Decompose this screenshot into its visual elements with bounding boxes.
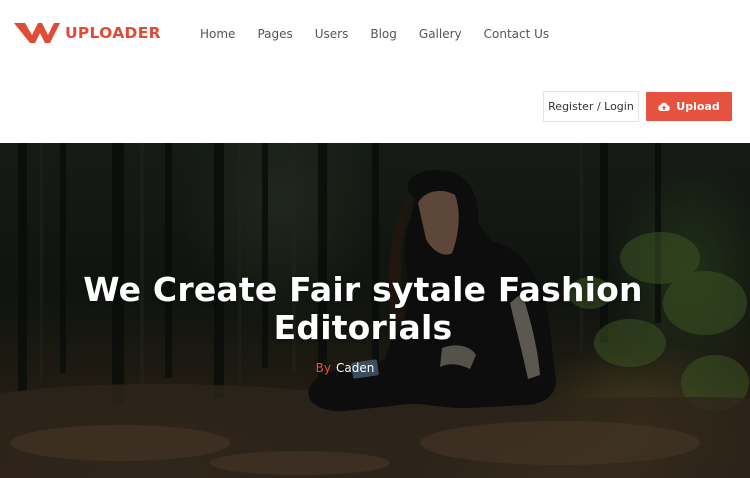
main-nav: Home Pages Users Blog Gallery Contact Us <box>200 27 571 41</box>
nav-item-blog[interactable]: Blog <box>370 27 397 41</box>
hero-banner: We Create Fair sytale Fashion Editorials… <box>0 143 750 478</box>
brand-logo[interactable]: UPLOADER <box>14 22 161 44</box>
byline-prefix: By <box>315 361 331 375</box>
nav-item-contact-us[interactable]: Contact Us <box>484 27 550 41</box>
nav-item-gallery[interactable]: Gallery <box>419 27 462 41</box>
nav-item-users[interactable]: Users <box>315 27 349 41</box>
register-login-button[interactable]: Register / Login <box>543 91 639 122</box>
brand-name: UPLOADER <box>65 24 161 42</box>
nav-item-pages[interactable]: Pages <box>257 27 292 41</box>
hero-byline: By Caden <box>0 361 690 375</box>
logo-mark-icon <box>14 23 60 43</box>
nav-item-home[interactable]: Home <box>200 27 235 41</box>
upload-button-label: Upload <box>676 100 720 113</box>
hero-title: We Create Fair sytale Fashion Editorials <box>83 270 643 347</box>
site-header: UPLOADER Home Pages Users Blog Gallery C… <box>0 0 750 143</box>
cloud-upload-icon <box>658 102 670 111</box>
author-link[interactable]: Caden <box>336 361 374 375</box>
upload-button[interactable]: Upload <box>646 92 732 121</box>
